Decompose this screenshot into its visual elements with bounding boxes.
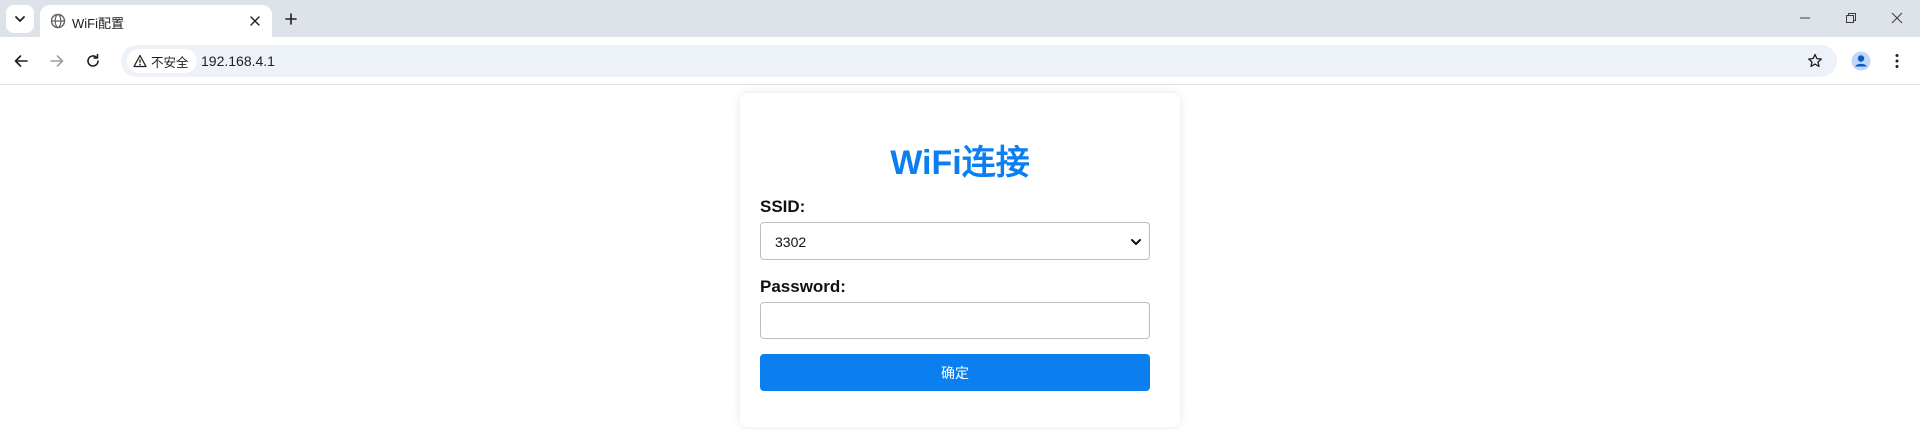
- profile-icon: [1851, 51, 1871, 71]
- chevron-down-icon: [15, 16, 25, 22]
- close-icon: [1891, 12, 1903, 24]
- password-input[interactable]: [760, 302, 1150, 339]
- ssid-select[interactable]: 3302: [760, 222, 1150, 260]
- star-icon: [1808, 53, 1822, 68]
- plus-icon: [285, 13, 297, 25]
- globe-icon: [50, 13, 66, 29]
- close-window-button[interactable]: [1874, 4, 1920, 32]
- url-text[interactable]: 192.168.4.1: [201, 53, 275, 69]
- password-label: Password:: [760, 277, 846, 296]
- warning-icon: [133, 54, 147, 68]
- security-label: 不安全: [151, 55, 189, 70]
- ssid-label: SSID:: [760, 197, 806, 216]
- restore-button[interactable]: [1828, 4, 1874, 32]
- arrow-right-icon: [50, 55, 64, 67]
- minimize-icon: [1800, 17, 1810, 19]
- browser-menu-button[interactable]: [1884, 48, 1910, 74]
- browser-toolbar: 不安全 192.168.4.1: [0, 37, 1920, 85]
- close-icon: [250, 16, 260, 26]
- tab-strip: WiFi配置: [0, 0, 1920, 37]
- forward-button[interactable]: [44, 48, 70, 74]
- reload-icon: [87, 53, 99, 67]
- kebab-menu-icon: [1895, 54, 1899, 68]
- security-indicator[interactable]: 不安全: [127, 49, 197, 73]
- restore-icon: [1846, 13, 1856, 23]
- minimize-button[interactable]: [1782, 4, 1828, 32]
- reload-button[interactable]: [80, 48, 106, 74]
- new-tab-button[interactable]: [280, 8, 302, 30]
- back-button[interactable]: [8, 48, 34, 74]
- tab-title: WiFi配置: [72, 16, 124, 31]
- page-title: WiFi连接: [890, 144, 1030, 182]
- tab-close-button[interactable]: [246, 12, 264, 30]
- arrow-left-icon: [14, 55, 28, 67]
- tab-search-button[interactable]: [6, 5, 34, 33]
- ssid-selected-value: 3302: [775, 234, 807, 250]
- address-bar[interactable]: 不安全 192.168.4.1: [121, 45, 1837, 77]
- submit-button[interactable]: 确定: [760, 354, 1150, 391]
- bookmark-button[interactable]: [1805, 51, 1825, 71]
- chevron-down-icon: [1131, 239, 1141, 245]
- tab-wifi-config[interactable]: WiFi配置: [40, 5, 272, 37]
- profile-button[interactable]: [1848, 48, 1874, 74]
- wifi-config-card: WiFi连接 SSID: 3302 Password: 确定: [740, 93, 1180, 427]
